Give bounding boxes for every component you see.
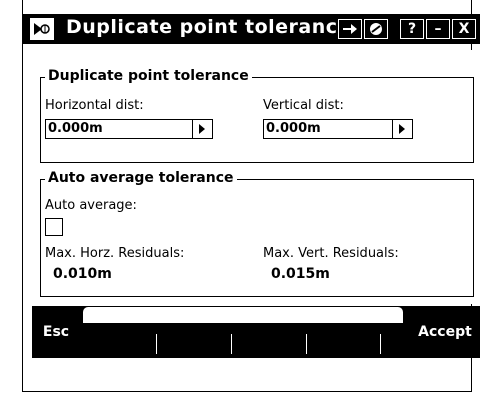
softkey-divider: [306, 334, 307, 354]
max-vert-residuals-label: Max. Vert. Residuals:: [263, 246, 399, 261]
auto-average-label: Auto average:: [45, 198, 137, 213]
max-horz-residuals-value: 0.010m: [53, 266, 112, 282]
status-field: [82, 306, 404, 324]
duplicate-point-legend: Duplicate point tolerance: [45, 68, 252, 84]
accept-button[interactable]: Accept: [410, 306, 480, 358]
auto-average-checkbox[interactable]: [45, 218, 63, 236]
title-bar: Duplicate point tolerance ? – X: [22, 14, 480, 44]
softkey-bar: Esc Accept: [32, 306, 480, 358]
close-button[interactable]: X: [452, 19, 476, 39]
softkey-divider: [380, 334, 381, 354]
esc-button[interactable]: Esc: [32, 306, 80, 358]
vertical-dist-label: Vertical dist:: [263, 98, 344, 113]
max-vert-residuals-value: 0.015m: [271, 266, 330, 282]
arrow-icon[interactable]: [338, 19, 362, 39]
max-horz-residuals-label: Max. Horz. Residuals:: [45, 246, 185, 261]
softkey-divider: [156, 334, 157, 354]
window-title: Duplicate point tolerance: [66, 16, 351, 38]
auto-average-legend: Auto average tolerance: [45, 170, 237, 186]
auto-average-group: Auto average tolerance Auto average: Max…: [40, 170, 474, 297]
minimize-button[interactable]: –: [426, 19, 450, 39]
horizontal-dist-value[interactable]: 0.000m: [48, 121, 103, 136]
horizontal-dist-field[interactable]: 0.000m: [45, 119, 213, 139]
duplicate-point-group: Duplicate point tolerance Horizontal dis…: [40, 68, 474, 163]
softkey-divider: [231, 334, 232, 354]
help-button[interactable]: ?: [400, 19, 424, 39]
vertical-dist-arrow-icon[interactable]: [392, 120, 412, 138]
horizontal-dist-arrow-icon[interactable]: [192, 120, 212, 138]
dialog-content: Duplicate point tolerance Horizontal dis…: [32, 50, 480, 304]
vertical-dist-value[interactable]: 0.000m: [266, 121, 321, 136]
horizontal-dist-label: Horizontal dist:: [45, 98, 144, 113]
vertical-dist-field[interactable]: 0.000m: [263, 119, 413, 139]
app-icon[interactable]: [30, 18, 54, 40]
reset-icon[interactable]: [364, 19, 388, 39]
